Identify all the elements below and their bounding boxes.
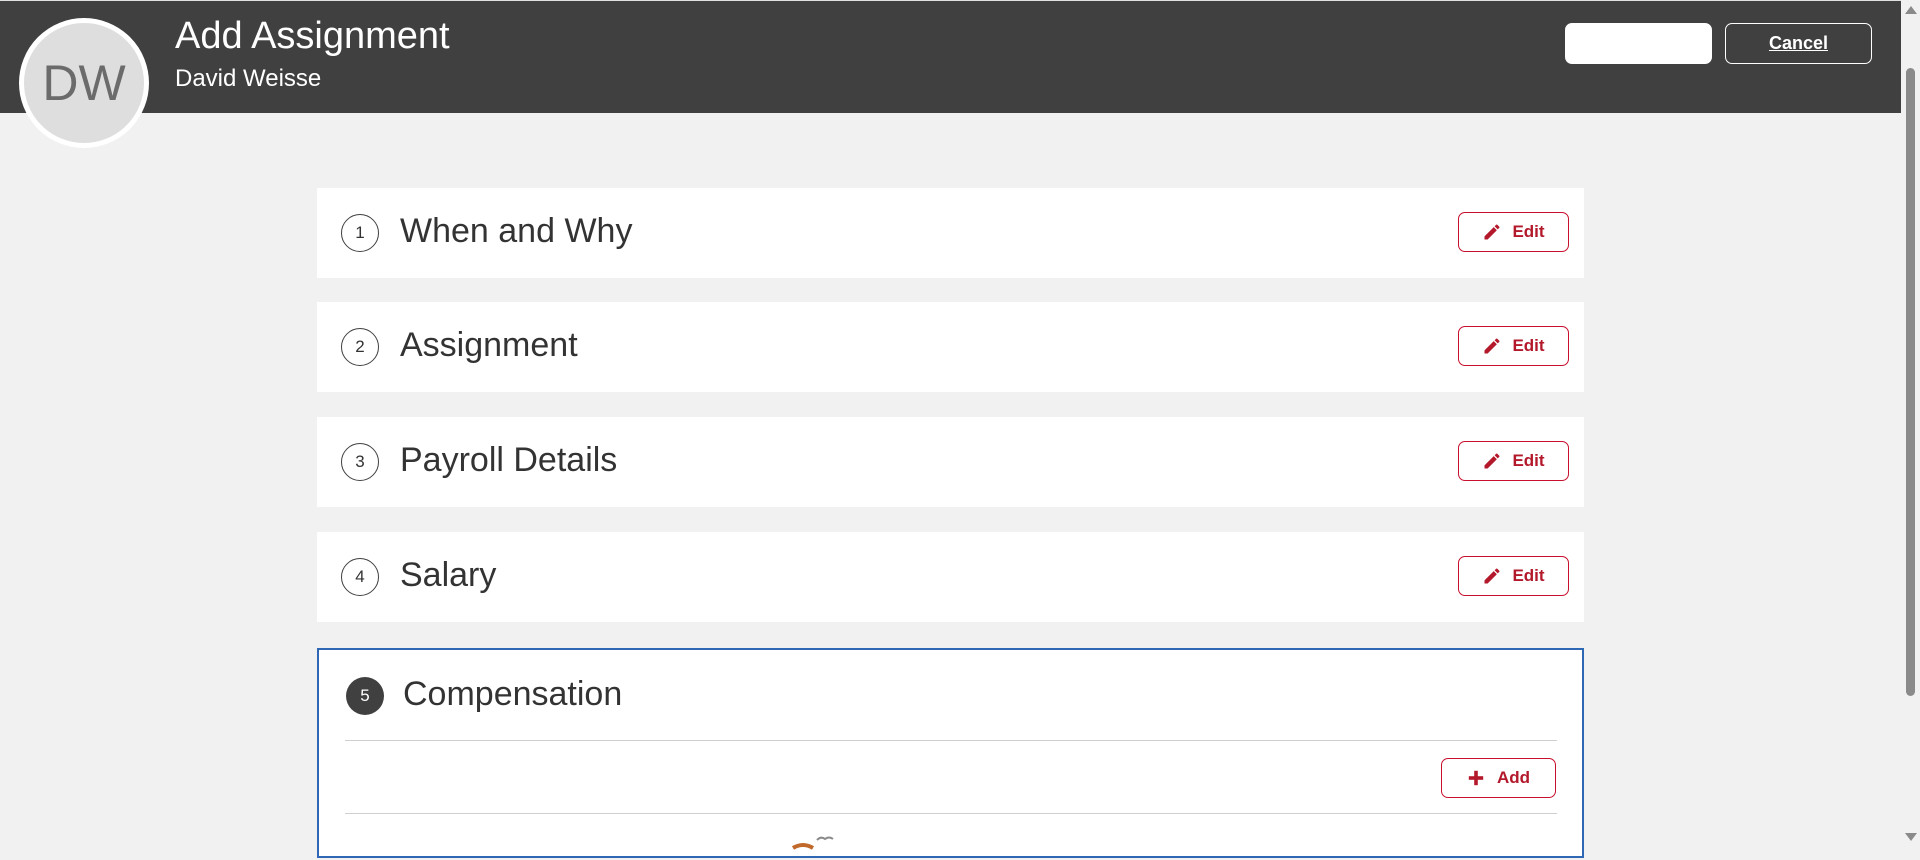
step-number: 4 — [341, 558, 379, 596]
section-salary: 4 Salary Edit — [317, 532, 1584, 622]
edit-label: Edit — [1512, 566, 1545, 585]
section-title: When and Why — [400, 212, 633, 250]
person-name: David Weisse — [175, 65, 322, 92]
step-number: 3 — [341, 443, 379, 481]
page-title: Add Assignment — [175, 15, 450, 57]
pencil-icon — [1484, 338, 1500, 354]
section-title: Assignment — [400, 326, 578, 364]
section-when-and-why: 1 When and Why Edit — [317, 188, 1584, 278]
edit-button-payroll-details[interactable]: Edit — [1458, 441, 1569, 481]
empty-state-illustration — [791, 836, 834, 850]
edit-label: Edit — [1512, 451, 1545, 470]
step-number: 2 — [341, 328, 379, 366]
section-title: Compensation — [403, 675, 623, 713]
plus-icon — [1468, 770, 1484, 786]
scrollbar-thumb[interactable] — [1906, 68, 1915, 696]
scroll-up-arrow-icon[interactable] — [1905, 6, 1917, 14]
section-compensation: 5 Compensation Add — [317, 648, 1584, 858]
edit-label: Edit — [1512, 222, 1545, 241]
vertical-scrollbar[interactable] — [1901, 0, 1920, 847]
edit-button-salary[interactable]: Edit — [1458, 556, 1569, 596]
add-label: Add — [1496, 768, 1531, 787]
add-compensation-button[interactable]: Add — [1441, 758, 1556, 798]
page-header: Add Assignment David Weisse Cancel — [0, 0, 1901, 113]
pencil-icon — [1484, 568, 1500, 584]
section-payroll-details: 3 Payroll Details Edit — [317, 417, 1584, 507]
step-number: 1 — [341, 214, 379, 252]
avatar: DW — [19, 18, 149, 148]
pencil-icon — [1484, 453, 1500, 469]
section-title: Salary — [400, 556, 497, 594]
edit-button-when-and-why[interactable]: Edit — [1458, 212, 1569, 252]
divider — [345, 813, 1557, 814]
submit-button[interactable] — [1565, 23, 1712, 64]
step-number-active: 5 — [346, 677, 384, 715]
cancel-button[interactable]: Cancel — [1725, 23, 1872, 64]
section-title: Payroll Details — [400, 441, 618, 479]
section-assignment: 2 Assignment Edit — [317, 302, 1584, 392]
edit-button-assignment[interactable]: Edit — [1458, 326, 1569, 366]
divider — [345, 740, 1557, 741]
scroll-down-arrow-icon[interactable] — [1905, 833, 1917, 841]
pencil-icon — [1484, 224, 1500, 240]
edit-label: Edit — [1512, 336, 1545, 355]
